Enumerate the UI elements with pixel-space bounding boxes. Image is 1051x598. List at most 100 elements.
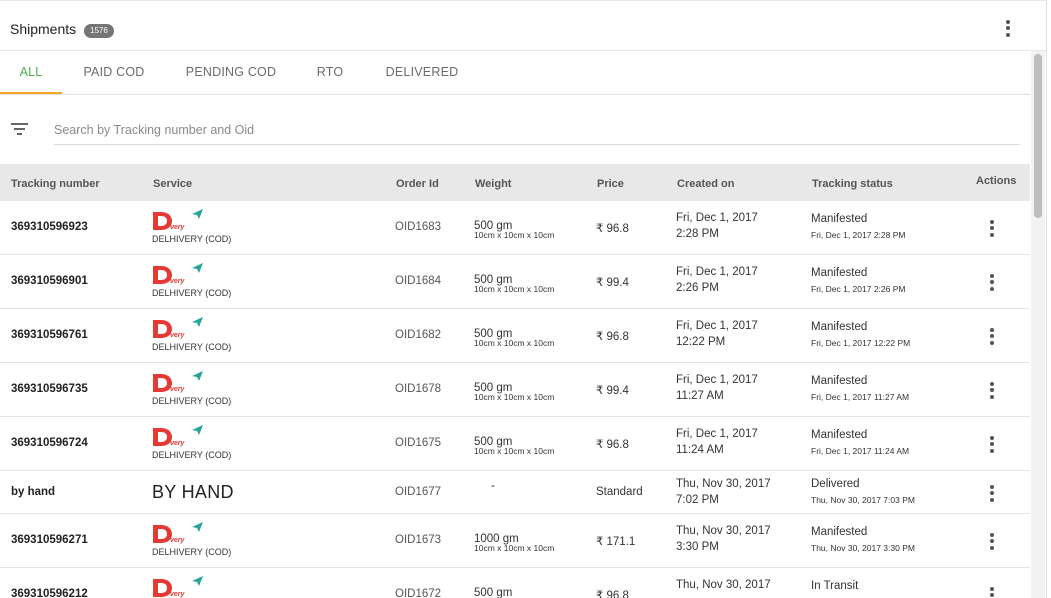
order-id: OID1672 (395, 588, 442, 598)
tracking-number[interactable]: 369310596212 (11, 588, 88, 598)
created-time: 11:27 AM (676, 390, 724, 402)
column-header-price[interactable]: Price (597, 178, 624, 190)
created-time: 11:24 AM (676, 444, 724, 456)
page-title: Shipments (10, 21, 77, 37)
svg-text:very: very (170, 386, 186, 393)
dimensions: 10cm x 10cm x 10cm (474, 543, 555, 553)
row-actions-more-vert-icon[interactable] (982, 483, 1002, 503)
table-row[interactable]: 369310596735 very DELHIVERY (COD) OID1678… (0, 363, 1030, 417)
table-row[interactable]: 369310596212 very DELHIVERY (COD)OID1672… (0, 568, 1030, 598)
created-time: 2:26 PM (676, 282, 719, 294)
price: ₹ 99.4 (596, 277, 629, 289)
created-on: Fri, Dec 1, 2017 11:24 AM (676, 426, 796, 458)
row-actions-more-vert-icon[interactable] (982, 434, 1002, 454)
table-row[interactable]: 369310596923 very DELHIVERY (COD) OID1683… (0, 201, 1030, 255)
tracking-number[interactable]: 369310596735 (11, 383, 88, 395)
service-name: DELHIVERY (COD) (152, 234, 232, 244)
tracking-number[interactable]: 369310596271 (11, 534, 88, 546)
tracking-number[interactable]: 369310596761 (11, 329, 88, 341)
created-time: 2:28 PM (676, 228, 719, 240)
dimensions: 10cm x 10cm x 10cm (474, 230, 555, 240)
created-on: Thu, Nov 30, 2017 (676, 577, 796, 593)
filter-list-icon[interactable] (11, 122, 28, 136)
vertical-scrollbar[interactable] (1031, 51, 1045, 598)
service-name: DELHIVERY (COD) (152, 342, 232, 352)
svg-text:very: very (170, 537, 186, 544)
tracking-status: Manifested (811, 213, 868, 225)
created-date: Fri, Dec 1, 2017 (676, 266, 758, 278)
delhivery-logo-icon: very (152, 316, 204, 339)
column-header-service[interactable]: Service (153, 178, 192, 190)
tracking-status: Manifested (811, 375, 868, 387)
column-header-actions: Actions (976, 175, 1017, 187)
svg-text:very: very (170, 278, 186, 285)
table-row[interactable]: by hand BY HAND OID1677 - Standard Thu, Nov 3… (0, 471, 1030, 514)
table-row[interactable]: 369310596901 very DELHIVERY (COD) OID1684… (0, 255, 1030, 309)
service-name: DELHIVERY (COD) (152, 396, 232, 406)
shipment-count-badge: 1576 (84, 24, 114, 38)
service-name: BY HAND (152, 482, 234, 502)
row-actions-more-vert-icon[interactable] (982, 218, 1002, 238)
svg-text:very: very (170, 224, 186, 231)
tracking-number[interactable]: 369310596923 (11, 221, 88, 233)
price: Standard (596, 486, 643, 498)
column-header-created-on[interactable]: Created on (677, 178, 734, 190)
row-actions-more-vert-icon[interactable] (982, 272, 1002, 292)
row-actions-more-vert-icon[interactable] (982, 380, 1002, 400)
header: Shipments 1576 (0, 1, 1046, 51)
column-header-tracking-status[interactable]: Tracking status (812, 178, 893, 190)
tab-paid-cod[interactable]: PAID COD (76, 51, 152, 95)
tracking-status: Manifested (811, 429, 868, 441)
created-date: Thu, Nov 30, 2017 (676, 478, 771, 490)
tab-pending-cod[interactable]: PENDING COD (178, 51, 284, 95)
scrollbar-thumb[interactable] (1034, 54, 1042, 218)
table-row[interactable]: 369310596761 very DELHIVERY (COD) OID1682… (0, 309, 1030, 363)
tracking-status-time: Thu, Nov 30, 2017 3:30 PM (811, 543, 915, 553)
tab-rto[interactable]: RTO (308, 51, 352, 95)
row-actions-more-vert-icon[interactable] (982, 326, 1002, 346)
tracking-status: Manifested (811, 526, 868, 538)
price: ₹ 171.1 (596, 536, 636, 548)
tracking-number[interactable]: by hand (11, 486, 55, 498)
column-header-order-id[interactable]: Order Id (396, 178, 439, 190)
tab-delivered[interactable]: DELIVERED (378, 51, 466, 95)
row-actions-more-vert-icon[interactable] (982, 585, 1002, 598)
price: ₹ 96.8 (596, 590, 629, 598)
table-row[interactable]: 369310596724 very DELHIVERY (COD) OID1675… (0, 417, 1030, 471)
column-header-tracking-number[interactable]: Tracking number (11, 178, 100, 190)
tab-bar: ALL PAID COD PENDING COD RTO DELIVERED (0, 51, 1030, 95)
delhivery-logo-icon: very (152, 575, 204, 598)
created-on: Fri, Dec 1, 2017 2:26 PM (676, 264, 796, 296)
created-date: Thu, Nov 30, 2017 (676, 579, 771, 591)
tab-all[interactable]: ALL (0, 51, 62, 95)
shipments-panel: Shipments 1576 ALL PAID COD PENDING COD … (0, 0, 1047, 598)
created-date: Fri, Dec 1, 2017 (676, 212, 758, 224)
order-id: OID1673 (395, 534, 442, 546)
price: ₹ 96.8 (596, 223, 629, 235)
dimensions: 10cm x 10cm x 10cm (474, 284, 555, 294)
order-id: OID1677 (395, 486, 442, 498)
created-on: Fri, Dec 1, 2017 2:28 PM (676, 210, 796, 242)
delhivery-logo-icon: very (152, 521, 204, 544)
tracking-status: Manifested (811, 267, 868, 279)
table-row[interactable]: 369310596271 very DELHIVERY (COD) OID1673… (0, 514, 1030, 568)
created-date: Thu, Nov 30, 2017 (676, 525, 771, 537)
svg-text:very: very (170, 440, 186, 447)
service-name: DELHIVERY (COD) (152, 288, 232, 298)
tracking-number[interactable]: 369310596724 (11, 437, 88, 449)
tracking-status-time: Fri, Dec 1, 2017 11:27 AM (811, 392, 910, 402)
delhivery-logo-icon: very (152, 370, 204, 393)
tracking-status-time: Thu, Nov 30, 2017 7:03 PM (811, 495, 915, 505)
price: ₹ 96.8 (596, 331, 629, 343)
created-on: Thu, Nov 30, 2017 3:30 PM (676, 523, 796, 555)
more-vert-icon[interactable] (998, 18, 1018, 38)
order-id: OID1675 (395, 437, 442, 449)
row-actions-more-vert-icon[interactable] (982, 531, 1002, 551)
created-time: 7:02 PM (676, 494, 719, 506)
price: ₹ 96.8 (596, 439, 629, 451)
tracking-number[interactable]: 369310596901 (11, 275, 88, 287)
created-on: Thu, Nov 30, 2017 7:02 PM (676, 476, 796, 508)
column-header-weight[interactable]: Weight (475, 178, 511, 190)
order-id: OID1682 (395, 329, 442, 341)
search-input[interactable] (54, 115, 1020, 145)
